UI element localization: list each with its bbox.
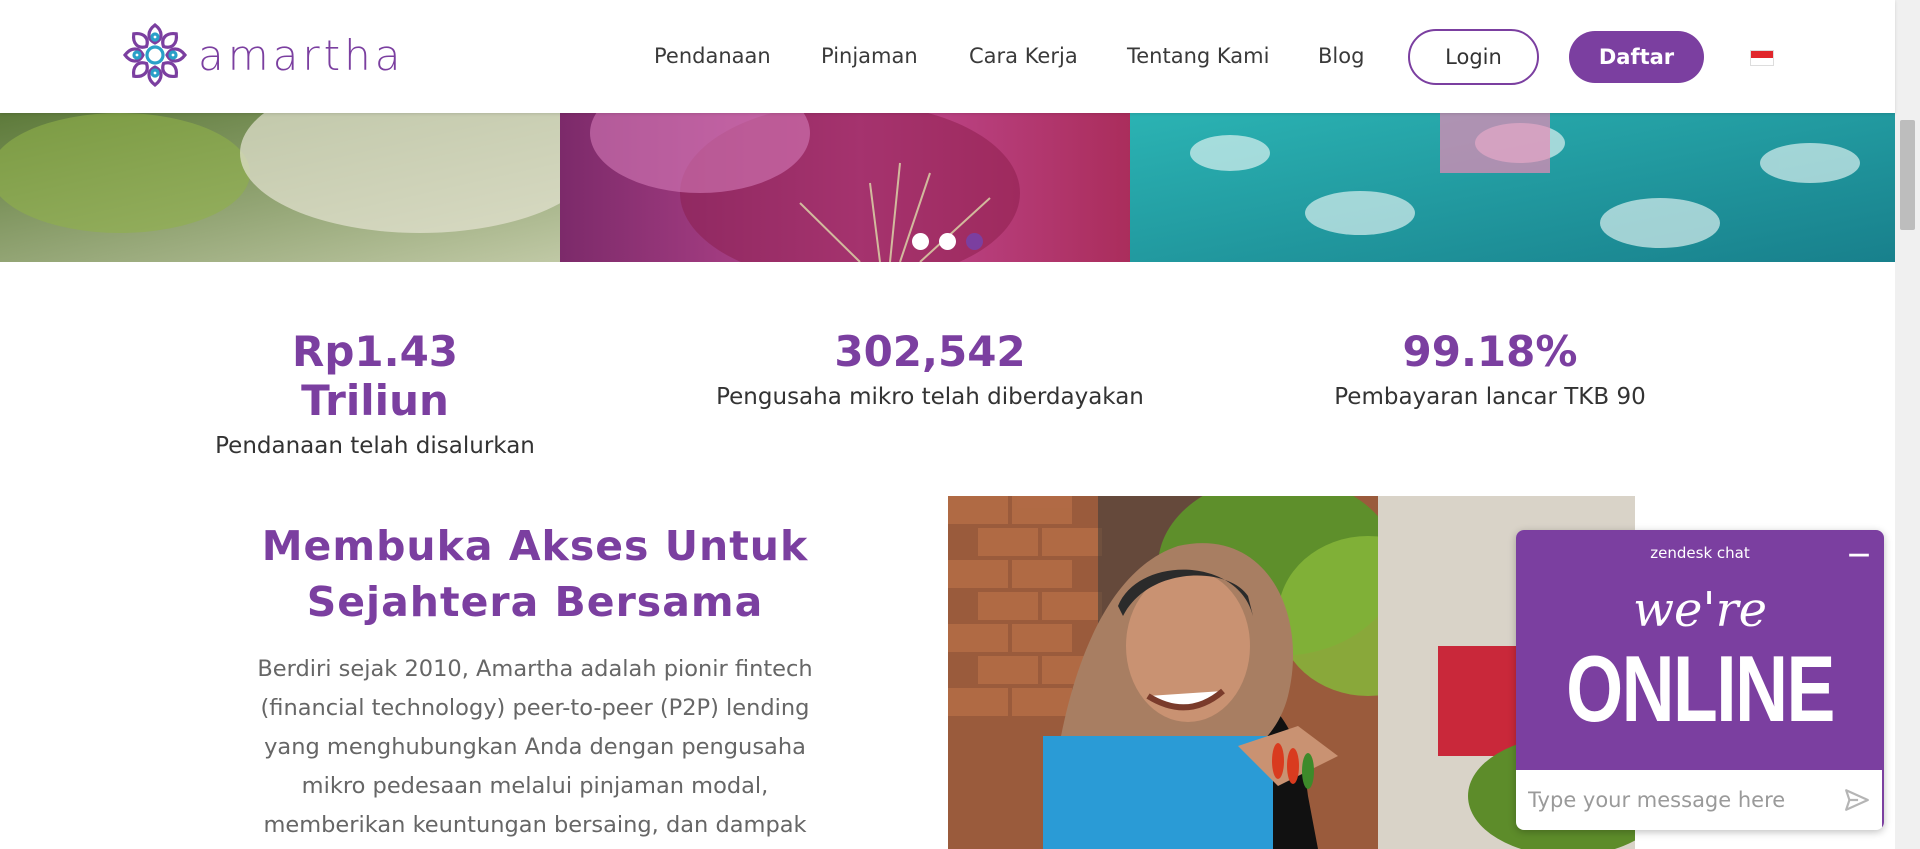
login-button[interactable]: Login xyxy=(1408,29,1539,85)
about-body: Berdiri sejak 2010, Amartha adalah pioni… xyxy=(257,656,813,838)
chat-brand: zendesk chat xyxy=(1650,544,1750,562)
signup-button[interactable]: Daftar xyxy=(1569,31,1704,83)
chat-message-input[interactable] xyxy=(1528,788,1844,812)
nav-item-pendanaan[interactable]: Pendanaan xyxy=(654,44,771,68)
stat-funding-value: Rp1.43 Triliun xyxy=(291,327,459,425)
nav-item-pinjaman[interactable]: Pinjaman xyxy=(821,44,918,68)
chat-widget: zendesk chat — we're ONLINE xyxy=(1516,530,1884,830)
carousel-dot-1[interactable] xyxy=(912,233,929,250)
chat-header: zendesk chat — we're ONLINE xyxy=(1516,530,1884,770)
carousel-dot-2[interactable] xyxy=(939,233,956,250)
page-scrollbar[interactable] xyxy=(1895,0,1920,849)
site-header: amartha Pendanaan Pinjaman Cara Kerja Te… xyxy=(0,0,1895,113)
carousel-dot-3[interactable] xyxy=(966,233,983,250)
stat-repayment-label: Pembayaran lancar TKB 90 xyxy=(1334,384,1646,410)
hero-banner xyxy=(0,113,1895,262)
stat-repayment-value: 99.18% xyxy=(1402,327,1578,376)
nav-item-blog[interactable]: Blog xyxy=(1318,44,1364,68)
chat-headline-top: we're xyxy=(1632,582,1768,638)
hero-carousel-dots xyxy=(912,233,983,250)
stat-entrepreneurs-label: Pengusaha mikro telah diberdayakan xyxy=(716,384,1144,410)
stat-repayment: 99.18% Pembayaran lancar TKB 90 xyxy=(1300,327,1680,410)
stat-entrepreneurs: 302,542 Pengusaha mikro telah diberdayak… xyxy=(710,327,1150,410)
stat-funding: Rp1.43 Triliun Pendanaan telah disalurka… xyxy=(215,327,535,459)
send-icon[interactable] xyxy=(1844,787,1870,813)
nav-item-tentang-kami[interactable]: Tentang Kami xyxy=(1127,44,1269,68)
indonesia-flag-icon[interactable] xyxy=(1750,50,1774,66)
stat-entrepreneurs-value: 302,542 xyxy=(834,327,1026,376)
chat-input-bar xyxy=(1516,770,1884,830)
about-title: Membuka Akses Untuk Sejahtera Bersama xyxy=(261,522,809,626)
chat-headline-bottom: ONLINE xyxy=(1566,636,1835,741)
scrollbar-thumb[interactable] xyxy=(1900,120,1915,230)
nav-item-cara-kerja[interactable]: Cara Kerja xyxy=(969,44,1078,68)
stat-funding-label: Pendanaan telah disalurkan xyxy=(215,433,535,459)
minimize-icon[interactable]: — xyxy=(1848,542,1870,567)
